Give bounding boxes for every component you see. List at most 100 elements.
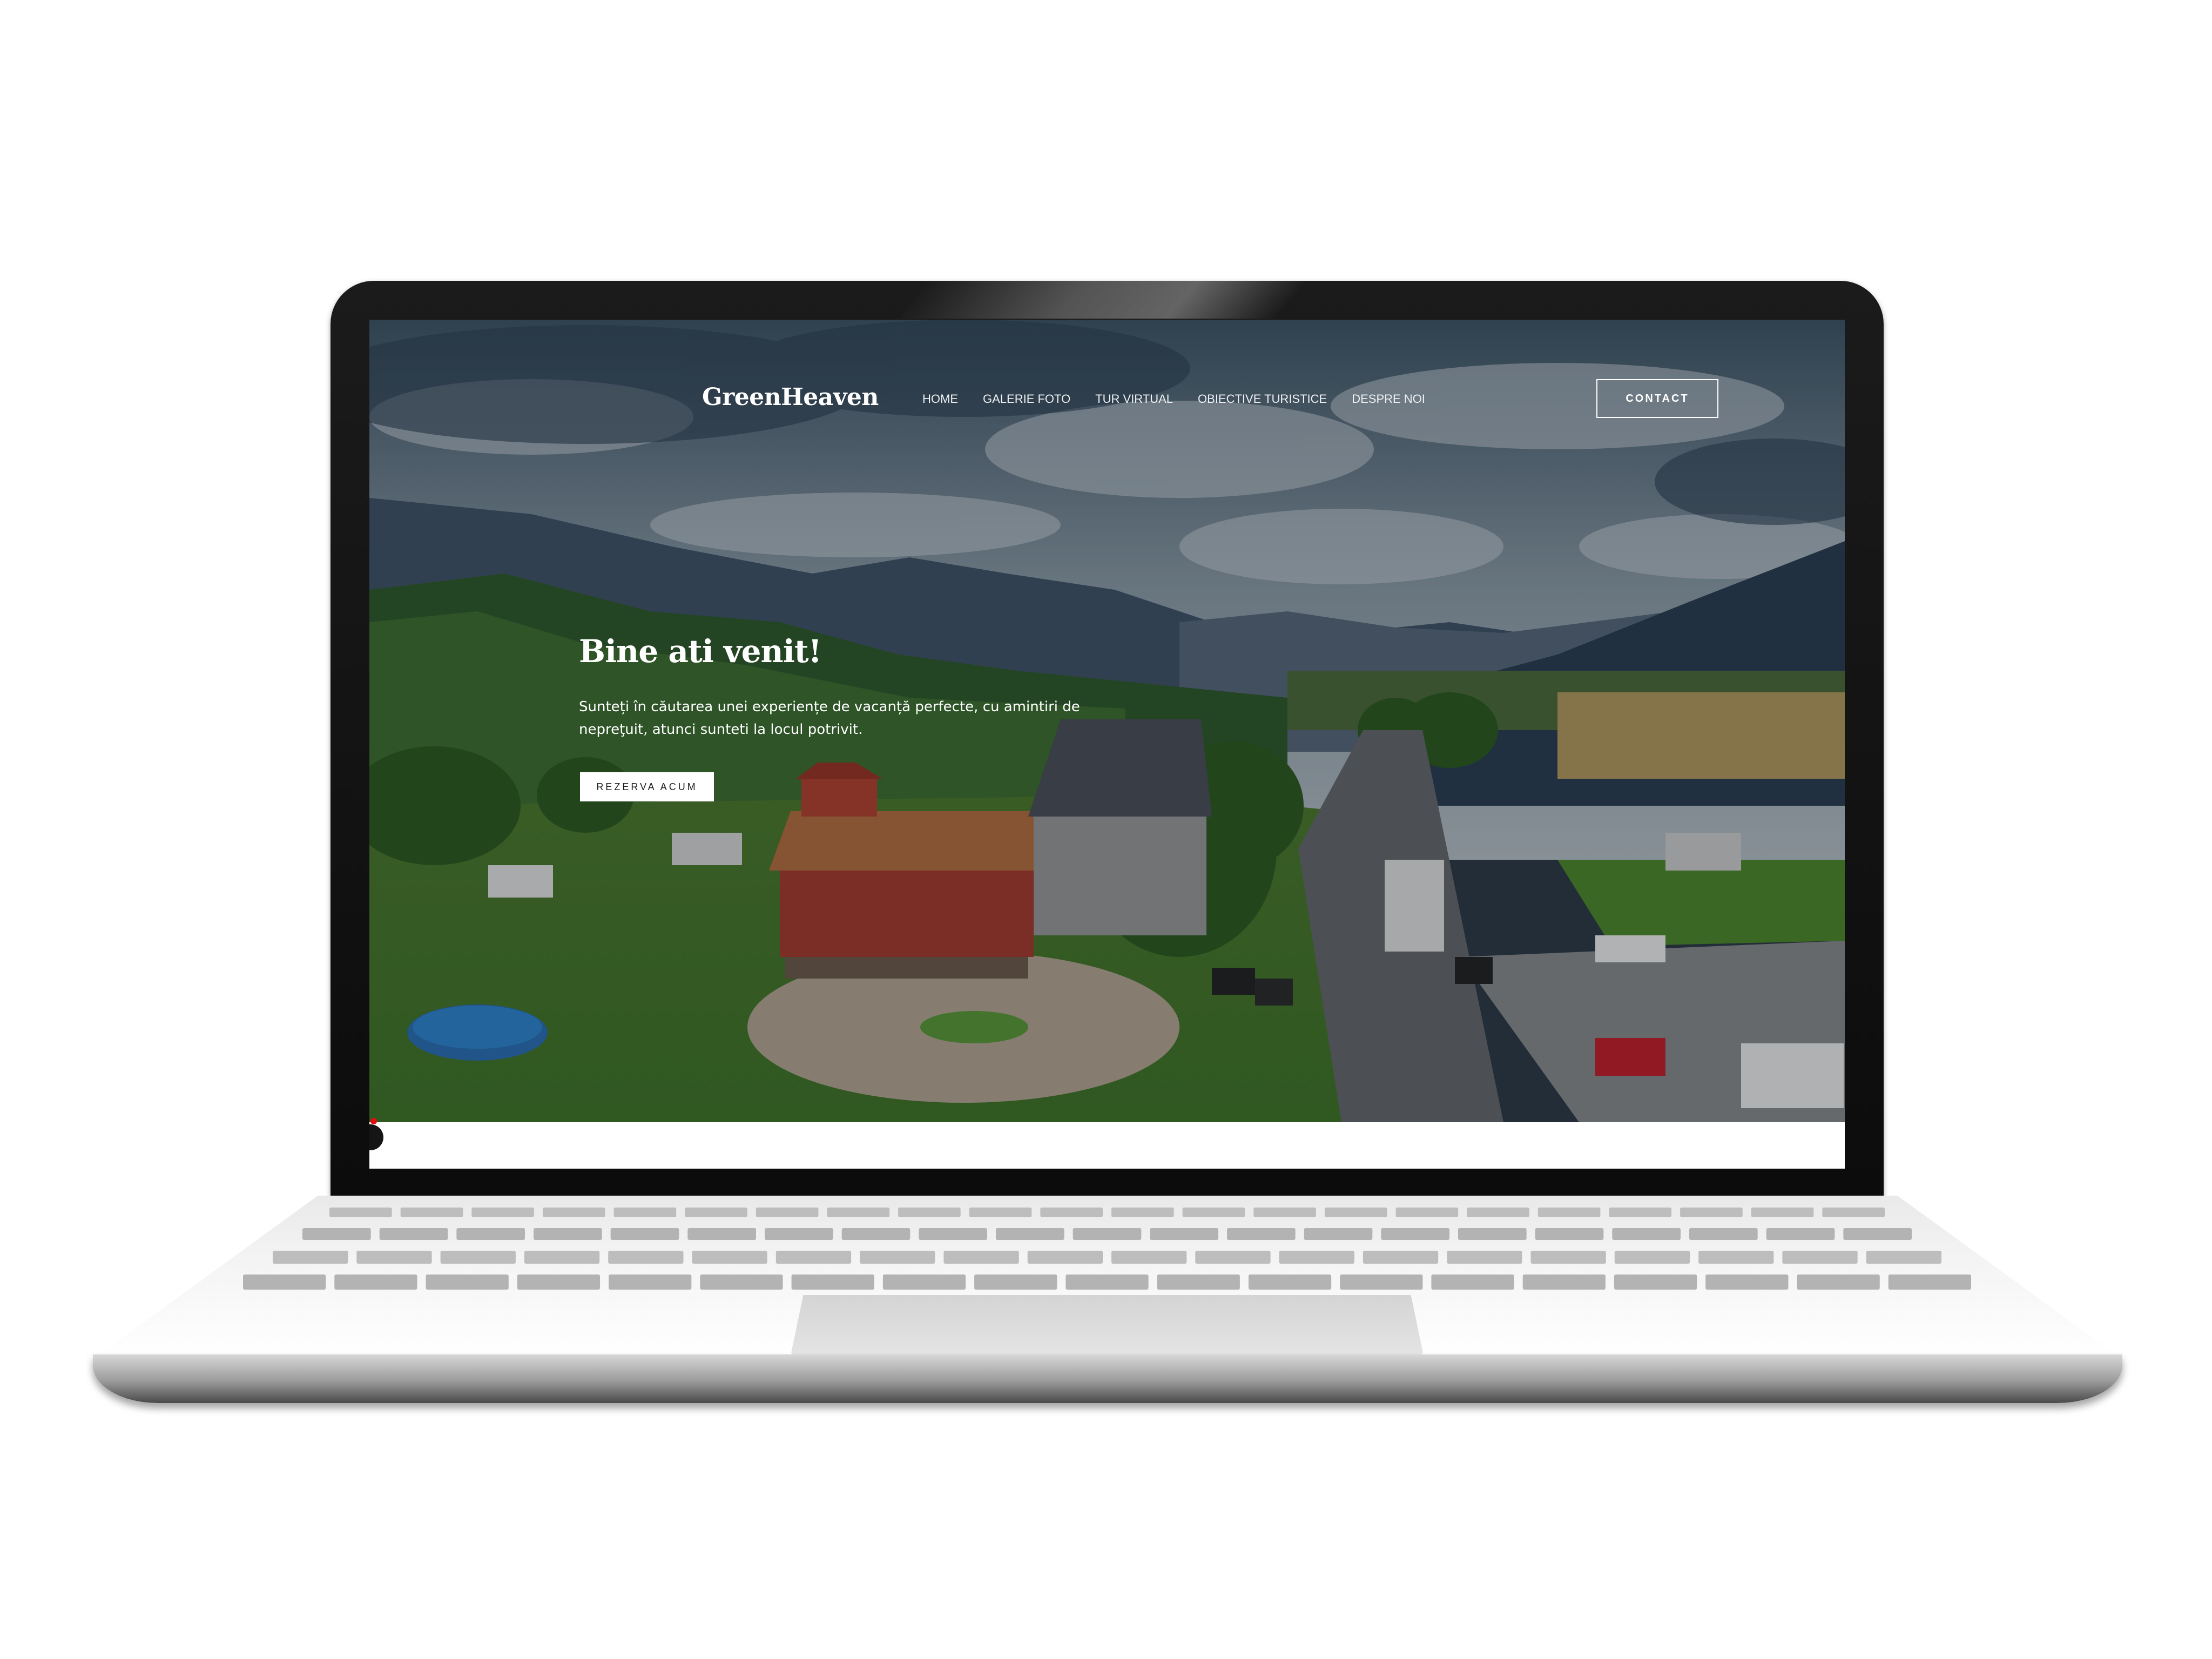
keyboard-key [1340, 1274, 1423, 1290]
keyboard-key [1279, 1251, 1354, 1264]
book-now-button[interactable]: REZERVA ACUM [580, 772, 714, 801]
keyboard-key [1751, 1208, 1814, 1217]
main-navigation: HOME GALERIE FOTO TUR VIRTUAL OBIECTIVE … [922, 392, 1425, 406]
keyboard-key [765, 1228, 833, 1240]
keyboard-key [1150, 1228, 1218, 1240]
keyboard-key [1157, 1274, 1240, 1290]
laptop-keyboard [243, 1208, 1971, 1290]
keyboard-key [969, 1208, 1032, 1217]
keyboard-key [943, 1251, 1019, 1264]
keyboard-key [1614, 1251, 1690, 1264]
keyboard-key [1797, 1274, 1880, 1290]
keyboard-key [426, 1274, 509, 1290]
keyboard-key [356, 1251, 432, 1264]
keyboard-key [1363, 1251, 1439, 1264]
keyboard-key [775, 1251, 852, 1264]
site-logo[interactable]: GreenHeaven [702, 383, 879, 411]
keyboard-key [1111, 1208, 1174, 1217]
keyboard-key [1431, 1274, 1514, 1290]
nav-obiective-turistice[interactable]: OBIECTIVE TURISTICE [1198, 392, 1327, 406]
keyboard-key [243, 1274, 326, 1290]
keyboard-key [692, 1251, 767, 1264]
hero-section: GreenHeaven HOME GALERIE FOTO TUR VIRTUA… [369, 320, 1845, 1122]
keyboard-key [1766, 1228, 1835, 1240]
keyboard-key [1395, 1208, 1459, 1217]
keyboard-key [841, 1228, 911, 1240]
keyboard-key [1304, 1228, 1373, 1240]
keyboard-key [524, 1251, 600, 1264]
keyboard-key [609, 1274, 692, 1290]
hero-description: Sunteți în căutarea unei experiențe de v… [579, 699, 1080, 738]
keyboard-key [1467, 1208, 1529, 1217]
keyboard-key [1182, 1208, 1245, 1217]
keyboard-key [517, 1274, 601, 1290]
keyboard-key [1866, 1251, 1941, 1264]
keyboard-key [1530, 1251, 1606, 1264]
keyboard-key [685, 1208, 747, 1217]
keyboard-key [687, 1228, 756, 1240]
keyboard-key [791, 1274, 874, 1290]
keyboard-key [882, 1274, 966, 1290]
keyboard-key [1065, 1274, 1149, 1290]
keyboard-key [1680, 1208, 1743, 1217]
keyboard-key [860, 1251, 935, 1264]
keyboard-key [1381, 1228, 1449, 1240]
nav-despre-noi[interactable]: DESPRE NOI [1352, 392, 1425, 406]
laptop-screen: GreenHeaven HOME GALERIE FOTO TUR VIRTUA… [369, 320, 1845, 1169]
keyboard-key [700, 1274, 783, 1290]
keyboard-key [1073, 1228, 1142, 1240]
keyboard-key [613, 1208, 677, 1217]
hero-title: Bine ati venit! [579, 633, 822, 670]
keyboard-key [1609, 1208, 1672, 1217]
keyboard-key [756, 1208, 819, 1217]
keyboard-key [898, 1208, 961, 1217]
nav-galerie-foto[interactable]: GALERIE FOTO [983, 392, 1070, 406]
keyboard-key [379, 1228, 448, 1240]
contact-button[interactable]: CONTACT [1596, 379, 1718, 418]
keyboard-key [1111, 1251, 1187, 1264]
keyboard-key [1698, 1251, 1774, 1264]
keyboard-key [1614, 1274, 1697, 1290]
keyboard-key [1782, 1251, 1858, 1264]
keyboard-key [974, 1274, 1057, 1290]
keyboard-key [1253, 1208, 1316, 1217]
keyboard-key [1888, 1274, 1971, 1290]
keyboard-key [996, 1228, 1064, 1240]
keyboard-key [1535, 1228, 1604, 1240]
keyboard-key [1612, 1228, 1681, 1240]
keyboard-key [471, 1208, 534, 1217]
nav-home[interactable]: HOME [922, 392, 958, 406]
keyboard-key [1822, 1208, 1885, 1217]
keyboard-key [1537, 1208, 1601, 1217]
keyboard-key [610, 1228, 679, 1240]
keyboard-key [1195, 1251, 1271, 1264]
keyboard-key [400, 1208, 463, 1217]
keyboard-key [273, 1251, 348, 1264]
keyboard-key [1689, 1228, 1758, 1240]
keyboard-key [329, 1208, 392, 1217]
scroll-handle[interactable] [369, 1124, 383, 1150]
keyboard-key [1248, 1274, 1332, 1290]
keyboard-key [1324, 1208, 1387, 1217]
keyboard-key [919, 1228, 987, 1240]
keyboard-key [542, 1208, 605, 1217]
nav-tur-virtual[interactable]: TUR VIRTUAL [1095, 392, 1173, 406]
laptop-trackpad [791, 1295, 1424, 1355]
keyboard-key [1458, 1228, 1527, 1240]
keyboard-key [1227, 1228, 1296, 1240]
keyboard-key [534, 1228, 602, 1240]
keyboard-key [1040, 1208, 1103, 1217]
keyboard-key [1843, 1228, 1912, 1240]
keyboard-key [440, 1251, 516, 1264]
keyboard-key [1027, 1251, 1103, 1264]
laptop-mockup: GreenHeaven HOME GALERIE FOTO TUR VIRTUA… [0, 0, 2212, 1659]
keyboard-key [827, 1208, 890, 1217]
laptop-base-edge [93, 1354, 2122, 1403]
keyboard-key [334, 1274, 417, 1290]
keyboard-key [1522, 1274, 1606, 1290]
keyboard-key [456, 1228, 525, 1240]
keyboard-key [1447, 1251, 1522, 1264]
keyboard-key [1705, 1274, 1789, 1290]
red-indicator-dot [370, 1118, 377, 1124]
keyboard-key [302, 1228, 371, 1240]
